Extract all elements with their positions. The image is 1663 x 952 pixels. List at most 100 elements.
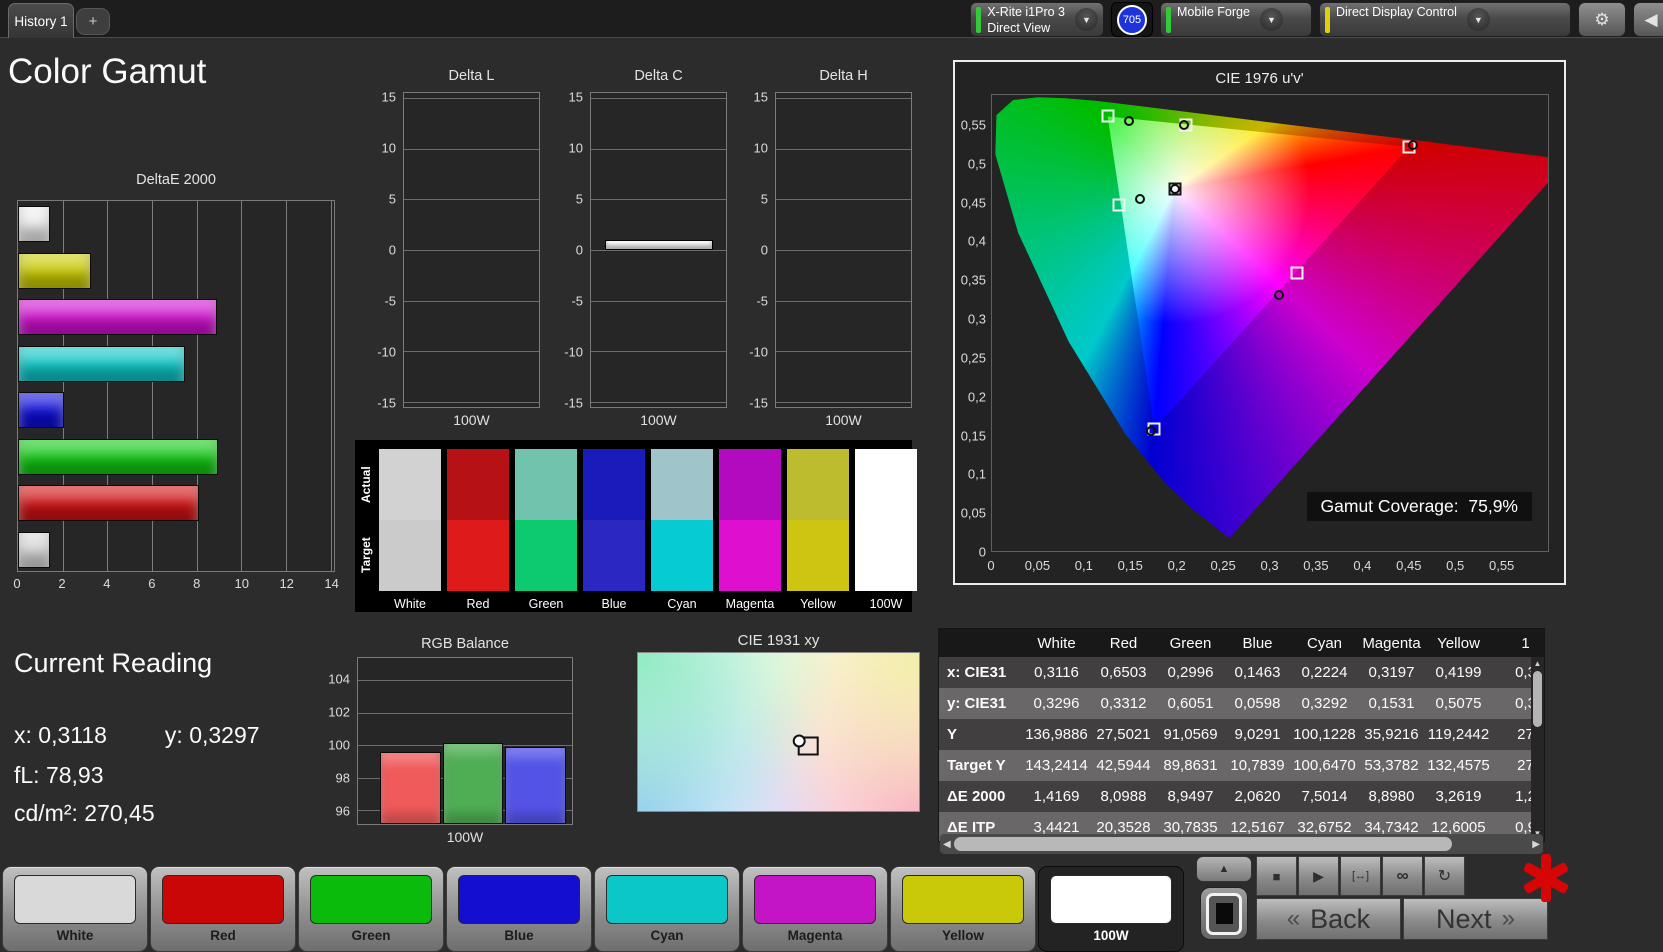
pattern-swatch [1050,875,1172,924]
horizontal-scroll-thumb[interactable] [954,837,1452,851]
deltae-bar-100w [18,532,50,568]
back-button[interactable]: « Back [1256,898,1401,940]
tick-label: 0 [761,243,768,258]
deltae-bar-magenta [18,299,217,335]
pattern-button-white[interactable]: White [2,866,148,952]
strip-swatch-label: Magenta [719,597,781,611]
tick-label: 15 [569,90,583,105]
step-button[interactable]: [↔] [1340,856,1381,896]
chevron-down-icon[interactable]: ▼ [1260,8,1283,31]
scroll-up-icon[interactable]: ▲ [1534,657,1542,671]
strip-swatch-white: White [379,449,441,612]
continuous-button[interactable]: ∞ [1382,856,1423,896]
tick-label: 0 [979,545,986,560]
gridline [591,199,726,200]
next-chevron-icon: » [1502,905,1515,933]
tick-label: 0,1 [968,467,986,482]
deltae2000-title: DeltaE 2000 [17,172,335,188]
tick-label: 0,5 [1446,558,1464,573]
delta-h-chart [775,92,912,408]
refresh-button[interactable]: ↻ [1424,856,1465,896]
pattern-button-red[interactable]: Red [150,866,296,952]
gear-icon[interactable]: ⚙ [1578,2,1626,37]
table-cell: 91,0569 [1157,719,1224,750]
strip-actual-swatch [515,449,577,520]
add-tab-button[interactable]: + [76,8,110,35]
deltae2000-chart [17,200,335,572]
strip-swatch-green: Green [515,449,577,612]
table-cell: 0,3116 [1023,657,1090,688]
table-cell: 0,3296 [1023,688,1090,719]
tick-label: 15 [754,90,768,105]
pattern-swatch [310,875,432,924]
scroll-right-icon[interactable]: ▶ [1532,839,1540,850]
bar-row [18,387,334,434]
table-horizontal-scrollbar[interactable]: ◀ ▶ [940,834,1543,854]
cie1931-title: CIE 1931 xy [637,632,920,649]
pattern-window-up-button[interactable]: ▲ [1196,856,1252,882]
gridline [591,250,726,251]
vertical-scroll-thumb[interactable] [1533,671,1542,727]
tab-history-1[interactable]: History 1 [8,3,74,38]
gridline [404,98,539,99]
strip-target-swatch [379,520,441,591]
bar-row [18,294,334,341]
pattern-button-cyan[interactable]: Cyan [594,866,740,952]
measured-marker-white [1170,184,1180,194]
recording-asterisk-icon [1522,852,1570,904]
play-button[interactable]: ▶ [1298,856,1339,896]
table-vertical-scrollbar[interactable]: ▲ ▼ [1531,657,1544,841]
table-col-header [939,629,1023,657]
chevron-down-icon[interactable]: ▼ [1467,8,1490,31]
chevron-down-icon[interactable]: ▼ [1075,8,1098,31]
pattern-button-magenta[interactable]: Magenta [742,866,888,952]
pattern-button-yellow[interactable]: Yellow [890,866,1036,952]
rgb-balance-title: RGB Balance [357,636,573,652]
step-icon: [↔] [1352,870,1369,882]
pattern-window-button[interactable] [1200,887,1248,940]
scroll-left-icon[interactable]: ◀ [943,839,951,850]
strip-swatch-yellow: Yellow [787,449,849,612]
collapse-panel-icon[interactable]: ◀ [1633,2,1663,37]
display-control-dropdown[interactable]: Direct Display Control ▼ [1319,2,1571,37]
table-cell: 89,8631 [1157,750,1224,781]
actual-target-swatch-strip: Actual Target WhiteRedGreenBlueCyanMagen… [355,440,912,612]
tick-label: 0 [13,576,20,591]
gridline [591,149,726,150]
pattern-button-blue[interactable]: Blue [446,866,592,952]
top-bar: History 1 + X-Rite i1Pro 3 Direct View ▼… [0,0,1663,38]
table-col-header: Cyan [1291,629,1358,657]
tick-label: -15 [377,395,396,410]
tick-label: 8 [193,576,200,591]
gridline [776,149,911,150]
next-button[interactable]: Next » [1403,898,1548,940]
table-cell: 0,3292 [1291,688,1358,719]
table-cell: 0,6503 [1090,657,1157,688]
pattern-label: Blue [447,928,591,943]
table-cell: 53,3782 [1358,750,1425,781]
gridline [776,250,911,251]
cie1931-chart [637,652,920,812]
tick-label: -15 [749,395,768,410]
delta-l-title: Delta L [403,68,540,84]
delta-h-y-axis: 151050-5-10-15 [741,92,771,408]
table-cell: 143,2414 [1023,750,1090,781]
meter-dropdown[interactable]: X-Rite i1Pro 3 Direct View ▼ [970,2,1104,37]
tick-label: 0,25 [961,350,986,365]
table-cell: 0,3312 [1090,688,1157,719]
strip-target-swatch [787,520,849,591]
table-col-header: White [1023,629,1090,657]
table-col-header: 1 [1492,629,1545,657]
stop-button[interactable]: ■ [1256,856,1297,896]
source-dropdown[interactable]: Mobile Forge ▼ [1160,2,1312,37]
pattern-button-green[interactable]: Green [298,866,444,952]
pattern-button-100w[interactable]: 100W [1038,866,1184,952]
table-cell: 0,5075 [1425,688,1492,719]
reading-fl: fL: 78,93 [14,762,104,789]
pattern-swatch [14,875,136,924]
strip-swatch-label: Green [515,597,577,611]
tick-label: 0,55 [1489,558,1514,573]
tick-label: 10 [754,141,768,156]
table-col-header: Blue [1224,629,1291,657]
strip-actual-swatch [379,449,441,520]
